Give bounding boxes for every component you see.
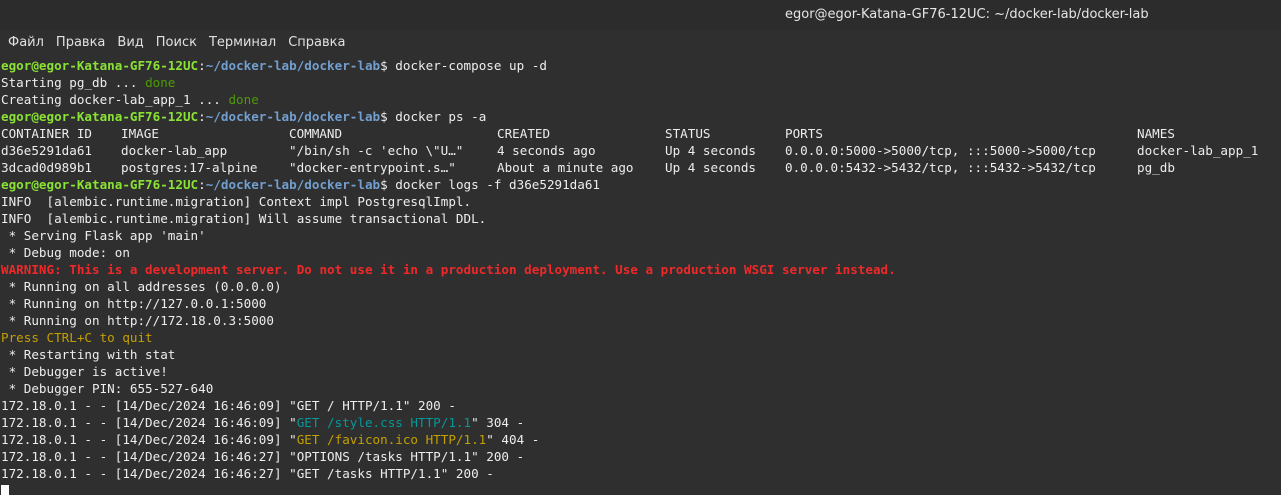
log-line: * Running on all addresses (0.0.0.0) (1, 279, 282, 294)
ps-table-row: d36e5291da61 docker-lab_app "/bin/sh -c 'e… (0, 142, 1281, 159)
command-text: docker logs -f d36e5291da61 (395, 177, 601, 192)
ps-cell: d36e5291da61 (1, 143, 92, 158)
menu-terminal[interactable]: Терминал (203, 30, 282, 56)
request-log-line: 172.18.0.1 - - [14/Dec/2024 16:46:27] "G… (1, 466, 494, 481)
request-suffix: " 404 - (486, 432, 540, 447)
prompt-line: egor@egor-Katana-GF76-12UC:~/docker-lab/… (0, 57, 1281, 74)
ps-header-cell: CONTAINER ID (1, 126, 92, 141)
ps-table-row: 3dcad0d989b1 postgres:17-alpine "docker-en… (0, 159, 1281, 176)
output-line: Creating docker-lab_app_1 ... done (0, 91, 1281, 108)
log-line: * Running on http://127.0.0.1:5000 (1, 296, 267, 311)
cursor-line (0, 482, 1281, 495)
menu-view[interactable]: Вид (111, 30, 149, 56)
command-text: docker ps -a (395, 109, 487, 124)
menu-bar: Файл Правка Вид Поиск Терминал Справка (0, 30, 1281, 56)
prompt-dollar: $ (380, 177, 396, 192)
compose-output-text: Starting pg_db ... (1, 75, 146, 90)
ps-cell: 0.0.0.0:5432->5432/tcp, :::5432->5432/tc… (785, 160, 1096, 175)
prompt-dollar: $ (380, 109, 396, 124)
request-highlight: GET /favicon.ico HTTP/1.1 (296, 432, 487, 447)
menu-search[interactable]: Поиск (150, 30, 203, 56)
compose-output-text: Creating docker-lab_app_1 ... (1, 92, 229, 107)
ps-header-cell: STATUS (665, 126, 711, 141)
menu-file[interactable]: Файл (2, 30, 50, 56)
log-line: * Debugger is active! (1, 364, 168, 379)
request-highlight: GET /style.css HTTP/1.1 (296, 415, 472, 430)
ps-header-cell: PORTS (785, 126, 823, 141)
ps-table-header: CONTAINER ID IMAGE COMMAND CREATED STATUS POR… (0, 125, 1281, 142)
request-log-line: 172.18.0.1 - - [14/Dec/2024 16:46:27] "O… (1, 449, 525, 464)
prompt-user-host: egor@egor-Katana-GF76-12UC (1, 109, 199, 124)
prompt-separator: : (198, 58, 206, 73)
menu-edit[interactable]: Правка (50, 30, 111, 56)
terminal-cursor (1, 484, 9, 495)
warning-line: WARNING: This is a development server. D… (1, 262, 896, 277)
log-line: INFO [alembic.runtime.migration] Will as… (1, 211, 487, 226)
compose-status: done (145, 75, 176, 90)
log-line: * Debug mode: on (1, 245, 130, 260)
request-prefix: 172.18.0.1 - - [14/Dec/2024 16:46:09] " (1, 432, 297, 447)
ps-header-cell: COMMAND (289, 126, 343, 141)
ps-cell: postgres:17-alpine (121, 160, 258, 175)
request-suffix: " 304 - (471, 415, 525, 430)
ps-header-cell: IMAGE (121, 126, 159, 141)
command-text: docker-compose up -d (395, 58, 547, 73)
ps-cell: docker-lab_app (121, 143, 228, 158)
window-title: egor@egor-Katana-GF76-12UC: ~/docker-lab… (785, 7, 1149, 22)
terminal-window: egor@egor-Katana-GF76-12UC: ~/docker-lab… (0, 0, 1281, 495)
log-line: * Restarting with stat (1, 347, 176, 362)
request-log-line: 172.18.0.1 - - [14/Dec/2024 16:46:09] "G… (1, 398, 456, 413)
prompt-line: egor@egor-Katana-GF76-12UC:~/docker-lab/… (0, 108, 1281, 125)
prompt-separator: : (198, 177, 206, 192)
menu-help[interactable]: Справка (282, 30, 351, 56)
prompt-user-host: egor@egor-Katana-GF76-12UC (1, 58, 199, 73)
ps-cell: pg_db (1137, 160, 1175, 175)
ps-cell: 3dcad0d989b1 (1, 160, 92, 175)
ps-cell: About a minute ago (497, 160, 634, 175)
compose-status: done (228, 92, 259, 107)
log-line: INFO [alembic.runtime.migration] Context… (1, 194, 472, 209)
title-bar[interactable]: egor@egor-Katana-GF76-12UC: ~/docker-lab… (0, 0, 1281, 30)
ps-cell: "docker-entrypoint.s…" (289, 160, 456, 175)
request-log-line: 172.18.0.1 - - [14/Dec/2024 16:46:09] "G… (0, 414, 1281, 431)
request-log-line: 172.18.0.1 - - [14/Dec/2024 16:46:09] "G… (0, 431, 1281, 448)
quit-hint-line: Press CTRL+C to quit (1, 330, 153, 345)
prompt-user-host: egor@egor-Katana-GF76-12UC (1, 177, 199, 192)
ps-cell: Up 4 seconds (665, 143, 756, 158)
ps-cell: docker-lab_app_1 (1137, 143, 1259, 158)
prompt-path: ~/docker-lab/docker-lab (205, 177, 381, 192)
ps-header-cell: NAMES (1137, 126, 1175, 141)
prompt-path: ~/docker-lab/docker-lab (205, 58, 381, 73)
output-line: Starting pg_db ... done (0, 74, 1281, 91)
terminal-output[interactable]: egor@egor-Katana-GF76-12UC:~/docker-lab/… (0, 56, 1281, 495)
ps-cell: "/bin/sh -c 'echo \"U…" (289, 143, 464, 158)
prompt-path: ~/docker-lab/docker-lab (205, 109, 381, 124)
ps-cell: 0.0.0.0:5000->5000/tcp, :::5000->5000/tc… (785, 143, 1096, 158)
log-line: * Debugger PIN: 655-527-640 (1, 381, 214, 396)
request-prefix: 172.18.0.1 - - [14/Dec/2024 16:46:09] " (1, 415, 297, 430)
prompt-separator: : (198, 109, 206, 124)
log-line: * Serving Flask app 'main' (1, 228, 206, 243)
ps-cell: 4 seconds ago (497, 143, 596, 158)
ps-header-cell: CREATED (497, 126, 551, 141)
prompt-dollar: $ (380, 58, 396, 73)
ps-cell: Up 4 seconds (665, 160, 756, 175)
prompt-line: egor@egor-Katana-GF76-12UC:~/docker-lab/… (0, 176, 1281, 193)
log-line: * Running on http://172.18.0.3:5000 (1, 313, 274, 328)
